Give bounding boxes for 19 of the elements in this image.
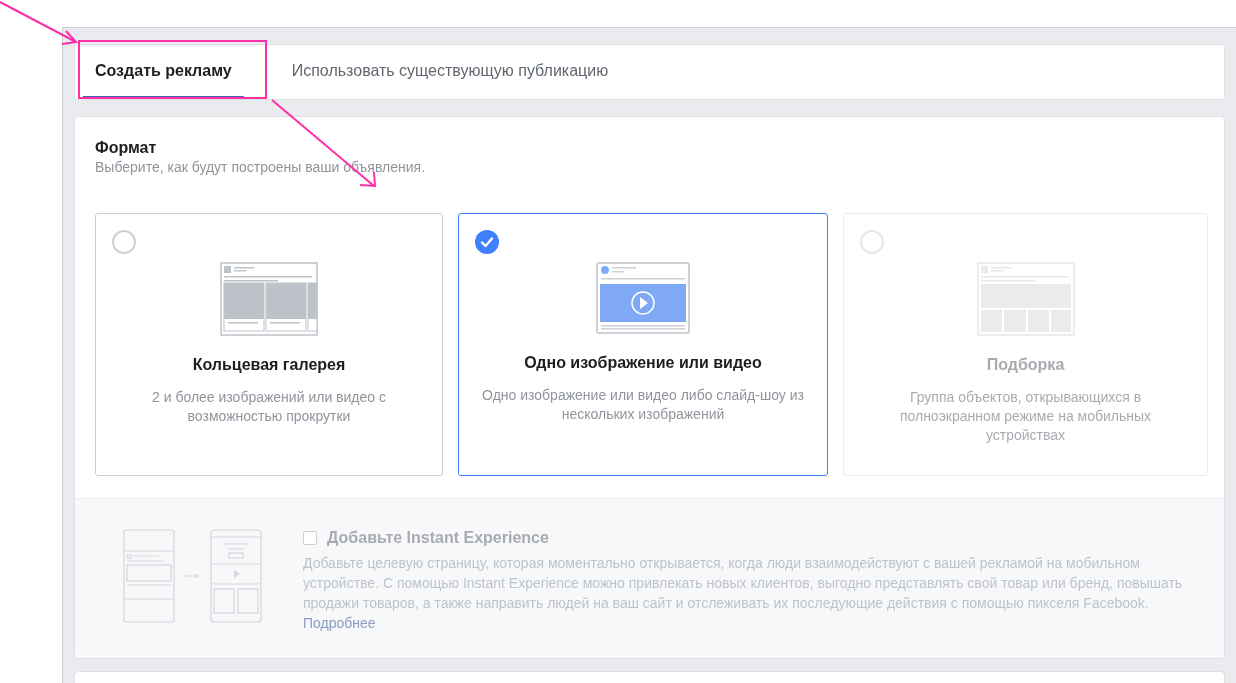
carousel-illustration-icon [220,262,318,336]
option-description: 2 и более изображений или видео с возможностью прокрутки [151,388,387,426]
radio-button[interactable] [475,230,499,254]
mobile-screens-illustration-icon [123,529,263,623]
section-title: Формат [95,139,158,157]
radio-button[interactable] [112,230,136,254]
option-title: Кольцевая галерея [192,356,346,374]
instant-experience-description: Добавьте целевую страницу, которая моментально открывается, когда люди взаимодействуют с вашей рекламой на мобильном устройстве. С помощью Instant Experience можно привлекать новых клиентов, выгодно представлять свой товар или бренд, повышать продажи товаров, а также направить людей на ваш сайт и отслеживать их последующие действия с помощью пикселя Facebook. Подробнее [303,554,1184,633]
tab[interactable]: Создать рекламу [83,45,244,99]
option-title: Подборка [986,356,1065,374]
instant-experience-title: Добавьте Instant Experience [327,529,549,547]
format-option-card[interactable]: Одно изображение или видео Одно изображение или видео либо слайд-шоу из нескольких изображений [458,213,828,476]
option-description: Одно изображение или видео либо слайд-шоу из нескольких изображений [481,386,805,424]
video-post-illustration-icon [596,262,690,334]
option-description: Группа объектов, открывающихся в полноэкранном режиме на мобильных устройствах [898,388,1153,445]
option-title: Одно изображение или видео [524,354,762,372]
tab[interactable]: Использовать существующую публикацию [279,45,621,99]
format-option-card[interactable]: Кольцевая галерея 2 и более изображений или видео с возможностью прокрутки [95,213,443,476]
collection-illustration-icon [976,262,1075,336]
